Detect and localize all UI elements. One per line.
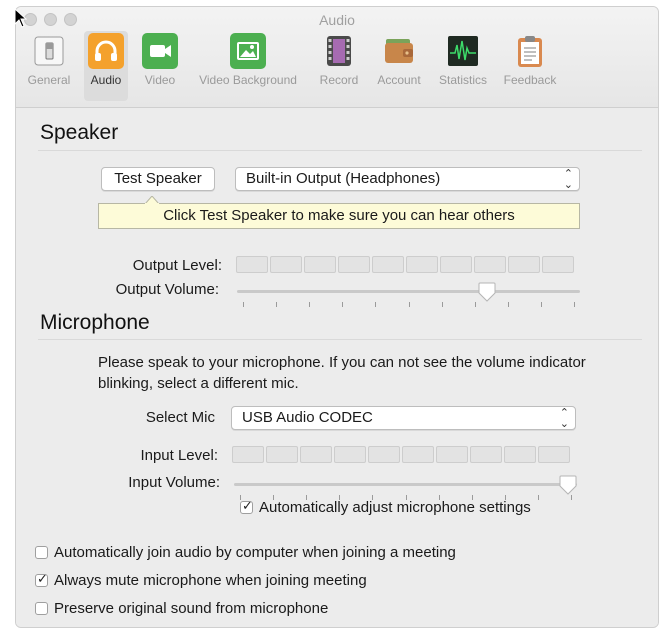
mute-on-join-label: Always mute microphone when joining meet… [54, 572, 367, 589]
tab-account[interactable]: Account [371, 33, 427, 87]
video-camera-icon [142, 33, 178, 69]
microphone-divider [38, 339, 642, 340]
input-volume-knob[interactable] [559, 475, 577, 495]
input-level-meter [232, 446, 570, 463]
tab-video[interactable]: Video [138, 33, 182, 87]
tab-feedback-label: Feedback [503, 73, 557, 87]
checkmark-icon: ✓ [242, 498, 253, 513]
microphone-select-value: USB Audio CODEC [242, 409, 373, 426]
input-level-label: Input Level: [140, 447, 218, 464]
tab-video-background-label: Video Background [199, 73, 297, 87]
preferences-window: Audio General Audio Video Video Backgrou… [15, 6, 659, 628]
audio-settings-panel: Speaker Test Speaker Built-in Output (He… [16, 108, 658, 627]
slider-tick [571, 495, 572, 500]
tab-statistics-label: Statistics [438, 73, 487, 87]
window-title: Audio [319, 12, 355, 28]
switch-icon [31, 33, 67, 69]
tab-audio-label: Audio [90, 73, 122, 87]
tab-general[interactable]: General [24, 33, 74, 87]
output-level-meter [236, 256, 574, 273]
checkmark-icon: ✓ [37, 571, 48, 586]
tab-record[interactable]: Record [312, 33, 366, 87]
slider-tick [508, 302, 509, 307]
slider-tick [243, 302, 244, 307]
mouse-pointer-icon [14, 8, 28, 28]
waveform-icon [445, 33, 481, 69]
auto-join-audio-option[interactable]: Automatically join audio by computer whe… [35, 544, 456, 561]
tab-feedback[interactable]: Feedback [500, 33, 560, 87]
speaker-output-select[interactable]: Built-in Output (Headphones) ⌃ ⌄ [235, 167, 580, 191]
slider-tick [276, 302, 277, 307]
mute-on-join-option[interactable]: ✓ Always mute microphone when joining me… [35, 571, 367, 589]
tab-record-label: Record [319, 73, 359, 87]
preserve-original-sound-option[interactable]: Preserve original sound from microphone [35, 600, 328, 617]
input-volume-slider[interactable] [234, 471, 577, 501]
slider-tick [442, 302, 443, 307]
film-icon [321, 33, 357, 69]
preserve-original-sound-checkbox[interactable] [35, 602, 48, 615]
slider-tick [375, 302, 376, 307]
speaker-heading: Speaker [40, 121, 119, 144]
wallet-icon [381, 33, 417, 69]
slider-tick [475, 302, 476, 307]
auto-adjust-mic-option[interactable]: ✓ Automatically adjust microphone settin… [240, 498, 531, 516]
auto-join-audio-checkbox[interactable] [35, 546, 48, 559]
slider-tick [342, 302, 343, 307]
select-arrows-icon: ⌃ ⌄ [563, 168, 573, 191]
title-bar: Audio General Audio Video Video Backgrou… [16, 7, 658, 108]
slider-tick [538, 495, 539, 500]
tab-audio[interactable]: Audio [84, 31, 128, 101]
auto-adjust-mic-label: Automatically adjust microphone settings [259, 499, 531, 516]
tab-statistics[interactable]: Statistics [432, 33, 494, 87]
picture-icon [230, 33, 266, 69]
tab-account-label: Account [377, 73, 421, 87]
slider-tick [409, 302, 410, 307]
auto-adjust-mic-checkbox[interactable]: ✓ [240, 498, 253, 514]
auto-join-audio-label: Automatically join audio by computer whe… [54, 544, 456, 561]
preserve-original-sound-label: Preserve original sound from microphone [54, 600, 329, 617]
slider-tick [541, 302, 542, 307]
headphones-icon [88, 33, 124, 69]
mute-on-join-checkbox[interactable]: ✓ [35, 571, 48, 587]
output-volume-slider[interactable] [237, 278, 580, 308]
slider-tick [574, 302, 575, 307]
microphone-heading: Microphone [40, 311, 150, 334]
output-volume-label: Output Volume: [115, 281, 219, 298]
microphone-instruction: Please speak to your microphone. If you … [98, 354, 586, 392]
output-volume-knob[interactable] [478, 282, 496, 302]
test-speaker-tooltip: Click Test Speaker to make sure you can … [98, 203, 580, 229]
microphone-select[interactable]: USB Audio CODEC ⌃ ⌄ [231, 406, 576, 430]
tab-video-label: Video [144, 73, 176, 87]
select-arrows-icon: ⌃ ⌄ [559, 407, 569, 430]
tab-general-label: General [27, 73, 71, 87]
select-mic-label: Select Mic [145, 409, 215, 426]
clipboard-icon [512, 33, 548, 69]
tab-video-background[interactable]: Video Background [188, 33, 308, 87]
tooltip-pointer [145, 196, 159, 205]
speaker-output-value: Built-in Output (Headphones) [246, 170, 441, 187]
input-volume-label: Input Volume: [128, 474, 220, 491]
speaker-divider [38, 150, 642, 151]
slider-tick [309, 302, 310, 307]
test-speaker-button[interactable]: Test Speaker [101, 167, 215, 191]
output-level-label: Output Level: [132, 257, 222, 274]
